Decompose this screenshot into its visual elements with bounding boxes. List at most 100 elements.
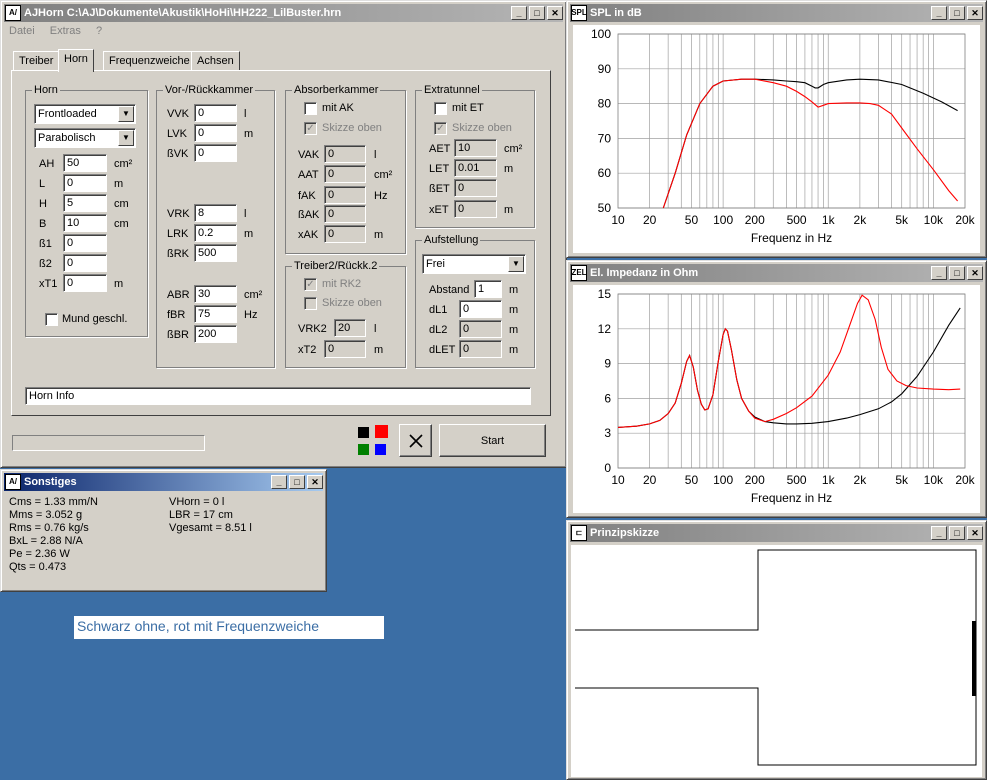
y-tick-label: 70 [598,131,612,145]
y-tick-label: 100 [591,27,611,41]
x-tick-label: 2k [854,213,868,227]
input-xet[interactable]: 0 [454,200,497,218]
color-swatch-black[interactable] [358,427,369,438]
close-button[interactable]: ✕ [967,266,983,280]
chevron-down-icon[interactable]: ▼ [508,256,524,272]
input-xt2[interactable]: 0 [324,340,366,358]
input-beta1[interactable]: 0 [63,234,107,252]
input-vrk[interactable]: 8 [194,204,237,222]
close-button[interactable]: ✕ [307,475,323,489]
et-skizze-label: Skizze oben [452,122,512,134]
tab-treiber[interactable]: Treiber [13,51,60,71]
input-vvk[interactable]: 0 [194,104,237,122]
horn-info-field[interactable]: Horn Info [25,387,531,405]
maximize-button[interactable]: □ [949,266,965,280]
label-aat: AAT [298,169,319,181]
main-titlebar[interactable]: A/ AJHorn C:\AJ\Dokumente\Akustik\HoHi\H… [4,4,563,22]
minimize-button[interactable]: _ [931,266,947,280]
mit-ak-checkbox[interactable] [304,102,317,115]
maximize-button[interactable]: □ [289,475,305,489]
cross-icon [408,433,423,448]
input-bbr[interactable]: 200 [194,325,237,343]
caption-text: Schwarz ohne, rot mit Frequenzweiche [77,618,319,634]
mit-et-checkbox[interactable] [434,102,447,115]
tab-horn[interactable]: Horn [58,49,94,72]
input-abr[interactable]: 30 [194,285,237,303]
input-brk[interactable]: 500 [194,244,237,262]
minimize-button[interactable]: _ [931,6,947,20]
unit-ah: cm² [114,158,133,170]
input-vak[interactable]: 0 [324,145,366,163]
menu-extras[interactable]: Extras [50,25,81,37]
main-window: A/ AJHorn C:\AJ\Dokumente\Akustik\HoHi\H… [0,0,567,468]
input-lvk[interactable]: 0 [194,124,237,142]
input-l[interactable]: 0 [63,174,107,192]
app-icon: A/ [5,474,21,490]
maximize-button[interactable]: □ [949,6,965,20]
minimize-button[interactable]: _ [511,6,527,20]
x-tick-label: 10 [611,473,625,487]
series-line-red [617,294,961,428]
label-b: B [39,218,47,230]
sketch-titlebar[interactable]: ⊏ Prinzipskizze _ □ ✕ [570,524,983,542]
input-h[interactable]: 5 [63,194,107,212]
input-fbr[interactable]: 75 [194,305,237,323]
tab-achsen[interactable]: Achsen [191,51,240,71]
chevron-down-icon[interactable]: ▼ [118,106,134,122]
input-lrk[interactable]: 0.2 [194,224,237,242]
impedance-titlebar[interactable]: ZEL El. Impedanz in Ohm _ □ ✕ [570,264,983,282]
ak-skizze-checkbox[interactable]: ✓ [304,122,317,135]
label-lvk: LVK [167,128,187,140]
input-b[interactable]: 10 [63,214,107,232]
unit-xet: m [504,204,514,216]
horn-type-value: Frontloaded [38,108,97,120]
menu-datei[interactable]: Datei [9,25,35,37]
y-tick-label: 80 [598,97,612,111]
input-xak[interactable]: 0 [324,225,366,243]
rk2-skizze-checkbox[interactable] [304,297,317,310]
input-vrk2[interactable]: 20 [334,319,366,337]
input-aet[interactable]: 10 [454,139,497,157]
maximize-button[interactable]: □ [529,6,545,20]
close-button[interactable]: ✕ [967,6,983,20]
color-swatch-blue[interactable] [375,444,386,455]
input-dl1[interactable]: 0 [459,300,502,318]
input-bet[interactable]: 0 [454,179,497,197]
minimize-button[interactable]: _ [271,475,287,489]
spl-icon: SPL [571,5,587,21]
horn-type-select[interactable]: Frontloaded ▼ [34,104,136,124]
input-aat[interactable]: 0 [324,165,366,183]
chevron-down-icon[interactable]: ▼ [118,130,134,146]
sonstiges-titlebar[interactable]: A/ Sonstiges _ □ ✕ [4,473,323,491]
input-dl2[interactable]: 0 [459,320,502,338]
mit-rk2-checkbox[interactable]: ✓ [304,278,317,291]
close-button[interactable]: ✕ [547,6,563,20]
horn-profile-select[interactable]: Parabolisch ▼ [34,128,136,148]
color-swatch-green[interactable] [358,444,369,455]
input-beta2[interactable]: 0 [63,254,107,272]
driver-marker [972,621,976,696]
menu-help[interactable]: ? [96,25,102,37]
x-tick-label: 200 [745,473,765,487]
minimize-button[interactable]: _ [931,526,947,540]
input-bak[interactable]: 0 [324,205,366,223]
input-xt1[interactable]: 0 [63,274,107,292]
mund-checkbox[interactable] [45,313,58,326]
tab-frequenzweiche[interactable]: Frequenzweiche [103,51,196,71]
input-bvk[interactable]: 0 [194,144,237,162]
input-abstand[interactable]: 1 [474,280,502,298]
start-button[interactable]: Start [439,424,546,457]
x-tick-label: 500 [787,213,807,227]
input-let[interactable]: 0.01 [454,159,497,177]
aufstellung-select[interactable]: Frei ▼ [422,254,526,274]
maximize-button[interactable]: □ [949,526,965,540]
color-swatch-red[interactable] [375,425,388,438]
input-ah[interactable]: 50 [63,154,107,172]
et-skizze-checkbox[interactable]: ✓ [434,122,447,135]
cancel-button[interactable] [399,424,432,457]
input-fak[interactable]: 0 [324,186,366,204]
x-tick-label: 100 [713,473,733,487]
close-button[interactable]: ✕ [967,526,983,540]
spl-titlebar[interactable]: SPL SPL in dB _ □ ✕ [570,4,983,22]
input-dlet[interactable]: 0 [459,340,502,358]
